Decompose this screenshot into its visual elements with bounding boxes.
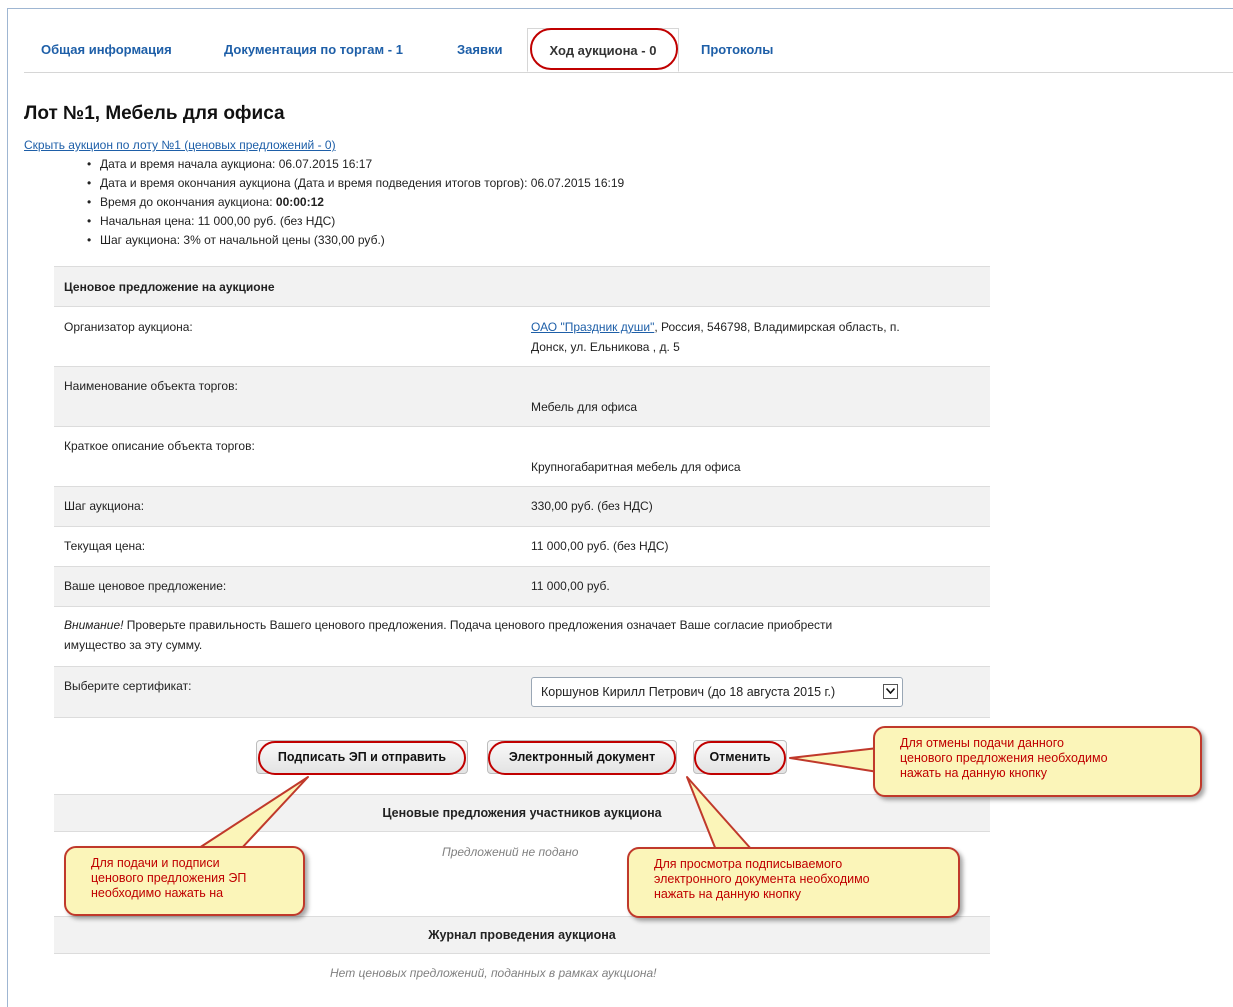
certificate-select[interactable]: Коршунов Кирилл Петрович (до 18 августа … [531,677,903,707]
certificate-label: Выберите сертификат: [64,679,192,693]
row-organizer: Организатор аукциона: ОАО "Праздник души… [54,306,990,366]
sign-callout-line-3: необходимо нажать на [91,886,224,900]
object-name-label: Наименование объекта торгов: [64,379,238,393]
bid-table-title: Ценовое предложение на аукционе [64,280,275,294]
info-time-left: Время до окончания аукциона: 00:00:12 [87,193,624,212]
tab-protocols[interactable]: Протоколы [701,28,773,72]
info-step: Шаг аукциона: 3% от начальной цены (330,… [87,231,624,250]
sign-callout: Для подачи и подписи ценового предложени… [64,846,305,916]
row-object-description: Краткое описание объекта торгов: Крупног… [54,426,990,486]
info-start: Дата и время начала аукциона: 06.07.2015… [87,155,624,174]
organizer-address-2: Донск, ул. Ельникова , д. 5 [531,340,680,354]
object-desc-label: Краткое описание объекта торгов: [64,439,255,453]
row-your-bid: Ваше ценовое предложение: 11 000,00 руб. [54,566,990,606]
no-log-entries-note: Нет ценовых предложений, поданных в рамк… [330,966,657,980]
sign-and-send-button[interactable]: Подписать ЭП и отправить [256,740,468,774]
cancel-callout: Для отмены подачи данного ценового предл… [873,726,1202,797]
warning-emphasis: Внимание! [64,618,124,632]
object-desc-value: Крупногабаритная мебель для офиса [531,460,741,474]
time-left-value: 00:00:12 [275,195,324,209]
frame-left-border [7,8,8,1007]
edoc-callout-line-1: Для просмотра подписываемого [654,857,843,871]
row-object-name: Наименование объекта торгов: Мебель для … [54,366,990,426]
cancel-callout-line-3: нажать на данную кнопку [900,766,1048,780]
lot-title: Лот №1, Мебель для офиса [24,103,285,124]
organizer-address-1: , Россия, 546798, Владимирская область, … [654,320,900,334]
tab-documentation[interactable]: Документация по торгам - 1 [224,28,403,72]
chevron-down-icon[interactable] [883,684,898,699]
organizer-label: Организатор аукциона: [64,320,193,334]
bid-table-header: Ценовое предложение на аукционе [54,266,990,306]
edoc-callout-line-2: электронного документа необходимо [654,872,870,886]
warning-text-2: имущество за эту сумму. [64,638,203,652]
info-end: Дата и время окончания аукциона (Дата и … [87,174,624,193]
edoc-callout: Для просмотра подписываемого электронног… [627,847,960,918]
row-warning: Внимание! Проверьте правильность Вашего … [54,606,990,666]
electronic-document-button[interactable]: Электронный документ [487,740,677,774]
step-label: Шаг аукциона: [64,499,145,513]
row-certificate: Выберите сертификат: Коршунов Кирилл Пет… [54,666,990,718]
your-bid-value: 11 000,00 руб. [531,579,610,593]
organizer-link[interactable]: ОАО "Праздник души" [531,320,654,334]
frame-top-border [7,8,1233,9]
current-price-value: 11 000,00 руб. (без НДС) [531,539,669,553]
organizer-value: ОАО "Праздник души", Россия, 546798, Вла… [531,317,900,357]
tab-applications[interactable]: Заявки [457,28,502,72]
hide-auction-link[interactable]: Скрыть аукцион по лоту №1 (ценовых предл… [24,138,336,152]
tab-auction-progress[interactable]: Ход аукциона - 0 [527,28,679,72]
certificate-selected-value: Коршунов Кирилл Петрович (до 18 августа … [541,685,836,699]
tab-general-info[interactable]: Общая информация [41,28,172,72]
info-start-price: Начальная цена: 11 000,00 руб. (без НДС) [87,212,624,231]
auction-info-list: Дата и время начала аукциона: 06.07.2015… [87,155,624,250]
object-name-value: Мебель для офиса [531,400,638,414]
your-bid-label: Ваше ценовое предложение: [64,579,227,593]
auction-log-header: Журнал проведения аукциона [54,916,990,954]
sign-callout-line-1: Для подачи и подписи [91,856,220,870]
tab-bar: Общая информация Документация по торгам … [24,28,1233,73]
participant-bids-header: Ценовые предложения участников аукциона [54,794,990,832]
step-value: 330,00 руб. (без НДС) [531,499,653,513]
time-left-label: Время до окончания аукциона: [100,195,276,209]
sign-callout-line-2: ценового предложения ЭП [91,871,247,885]
bid-table: Ценовое предложение на аукционе Организа… [54,266,990,718]
bid-warning: Внимание! Проверьте правильность Вашего … [64,615,974,655]
warning-text-1: Проверьте правильность Вашего ценового п… [123,618,833,632]
current-price-label: Текущая цена: [64,539,146,553]
cancel-button[interactable]: Отменить [693,740,787,774]
cancel-callout-line-2: ценового предложения необходимо [900,751,1108,765]
row-current-price: Текущая цена: 11 000,00 руб. (без НДС) [54,526,990,566]
cancel-callout-line-1: Для отмены подачи данного [900,736,1064,750]
no-bids-note: Предложений не подано [442,845,579,859]
row-step: Шаг аукциона: 330,00 руб. (без НДС) [54,486,990,526]
edoc-callout-line-3: нажать на данную кнопку [654,887,802,901]
